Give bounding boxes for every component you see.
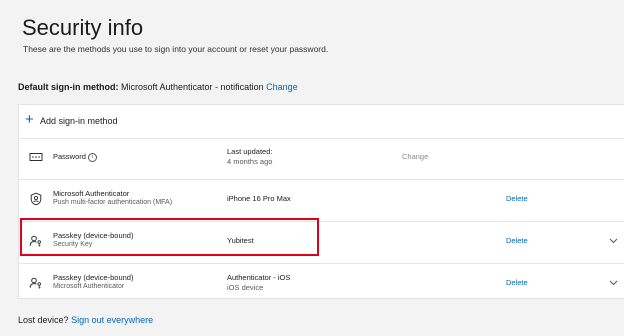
method-name-text: Password xyxy=(53,152,86,161)
page-subtitle: These are the methods you use to sign in… xyxy=(23,44,329,54)
delete-passkey-security-key-button[interactable]: Delete xyxy=(506,236,528,245)
method-detail-primary: Last updated: xyxy=(227,147,273,156)
add-sign-in-method-label: Add sign-in method xyxy=(40,116,118,126)
method-subtitle: Microsoft Authenticator xyxy=(53,283,125,290)
chevron-down-icon[interactable] xyxy=(609,280,618,286)
chevron-down-icon[interactable] xyxy=(609,238,618,244)
plus-icon: + xyxy=(25,111,34,128)
method-row-authenticator: Microsoft Authenticator Push multi-facto… xyxy=(19,180,624,222)
password-icon xyxy=(29,153,43,161)
delete-passkey-authenticator-button[interactable]: Delete xyxy=(506,278,528,287)
change-password-button[interactable]: Change xyxy=(402,152,428,161)
method-name: Passkey (device-bound) xyxy=(53,273,134,282)
info-icon[interactable]: i xyxy=(87,152,97,162)
method-subtitle: Push multi-factor authentication (MFA) xyxy=(53,199,173,206)
highlight-box xyxy=(20,218,319,256)
method-row-password: Password i Last updated: 4 months ago Cha… xyxy=(19,138,624,180)
authenticator-icon xyxy=(30,192,42,206)
method-row-passkey-authenticator: Passkey (device-bound) Microsoft Authent… xyxy=(19,264,624,305)
default-sign-in-method: Default sign-in method: Microsoft Authen… xyxy=(18,82,298,92)
method-name: Microsoft Authenticator xyxy=(53,189,130,198)
default-method-value: Microsoft Authenticator - notification xyxy=(121,82,264,92)
lost-device-label: Lost device? xyxy=(18,315,69,325)
passkey-icon xyxy=(29,277,41,289)
add-sign-in-method-button[interactable]: + Add sign-in method xyxy=(19,105,624,139)
sign-out-everywhere-link[interactable]: Sign out everywhere xyxy=(71,315,153,325)
default-method-label: Default sign-in method: xyxy=(18,82,119,92)
methods-panel: + Add sign-in method Password i Last upda… xyxy=(18,104,624,299)
lost-device-line: Lost device? Sign out everywhere xyxy=(18,315,153,325)
delete-authenticator-button[interactable]: Delete xyxy=(506,194,528,203)
method-detail-secondary: 4 months ago xyxy=(227,157,273,166)
method-name: Password i xyxy=(53,152,97,162)
change-default-link[interactable]: Change xyxy=(266,82,298,92)
method-detail-primary: iPhone 16 Pro Max xyxy=(227,194,291,203)
method-detail-secondary: iOS device xyxy=(227,283,264,292)
page-title: Security info xyxy=(22,15,144,40)
method-detail-primary: Authenticator - iOS xyxy=(227,273,291,282)
